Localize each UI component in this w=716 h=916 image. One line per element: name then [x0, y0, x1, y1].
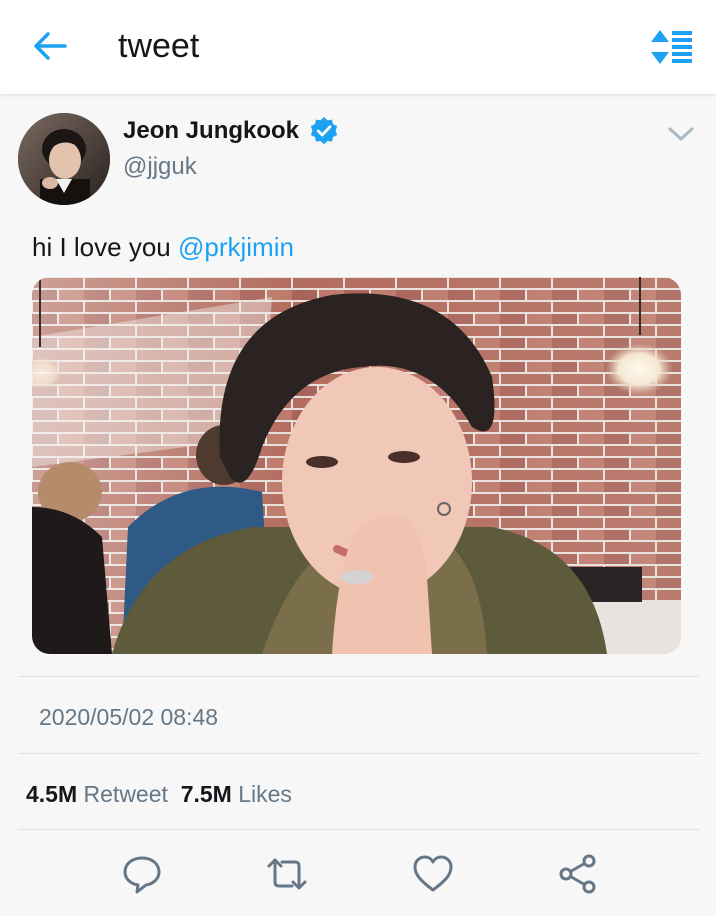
retweet-icon [267, 858, 307, 890]
author-display-name[interactable]: Jeon Jungkook [123, 116, 299, 146]
top-app-bar: tweet [0, 0, 716, 95]
more-options-button[interactable] [664, 122, 698, 146]
arrow-left-icon [34, 32, 67, 60]
retweet-label: Retweet [83, 781, 168, 807]
divider-top [18, 676, 700, 677]
chevron-down-icon [668, 127, 694, 141]
divider-bottom [18, 829, 700, 830]
back-button[interactable] [30, 28, 70, 64]
share-button[interactable] [556, 852, 600, 896]
like-button[interactable] [411, 852, 455, 896]
reply-button[interactable] [120, 852, 164, 896]
tweet-photo[interactable] [32, 277, 681, 654]
like-count: 7.5M [180, 781, 232, 807]
sort-icon [651, 30, 692, 64]
author-handle[interactable]: @jjguk [123, 152, 197, 182]
sort-button[interactable] [646, 28, 694, 66]
retweet-stat[interactable]: 4.5M Retweet [26, 781, 168, 807]
avatar[interactable] [18, 113, 110, 205]
retweet-button[interactable] [265, 852, 309, 896]
like-stat[interactable]: 7.5M Likes [181, 781, 292, 807]
engagement-stats: 4.5M Retweet 7.5M Likes [26, 779, 292, 809]
mention-link[interactable]: @prkjimin [178, 232, 294, 262]
tweet-body-text: hi I love you [32, 232, 178, 262]
tweet-timestamp: 2020/05/02 08:48 [39, 704, 219, 730]
verified-badge-icon [309, 116, 339, 146]
heart-icon [413, 855, 453, 892]
reply-icon [123, 856, 161, 894]
tweet-text: hi I love you @prkjimin [32, 230, 294, 264]
like-label: Likes [238, 781, 292, 807]
tweet-detail: Jeon Jungkook @jjguk hi I love you @prkj… [0, 96, 716, 916]
share-icon [559, 854, 596, 894]
retweet-count: 4.5M [26, 781, 78, 807]
divider-middle [18, 753, 700, 754]
page-title: tweet [118, 27, 200, 65]
